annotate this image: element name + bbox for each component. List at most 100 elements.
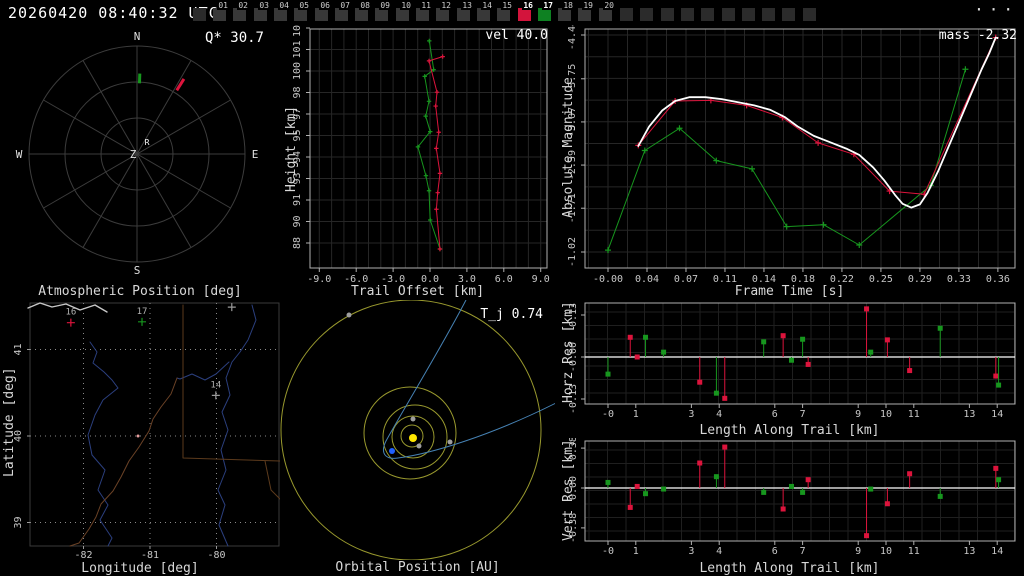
frame-06[interactable]: 06 [315,1,331,21]
qstar-value: Q* 30.7 [204,30,264,46]
svg-text:4: 4 [716,409,722,420]
svg-text:10: 10 [880,546,892,557]
frame-12[interactable]: 12 [436,1,452,21]
longitude-axis-label: Longitude [deg] [81,561,199,576]
svg-text:6: 6 [772,546,778,557]
svg-text:9: 9 [855,409,861,420]
svg-text:1: 1 [633,409,639,420]
panel-ground-track-map: -82 -81 -80 41 40 39 16 17 14 Latitude [deg] Lon… [0,300,280,576]
panel-trail-offset: -9.0 -6.0 -3.0 0.0 3.0 6.0 9.0 102 101 100 98 97 95 9… [280,25,555,300]
frame-number-label: 09 [379,1,391,10]
atmospheric-position-plot: N S E W ZR [16,30,259,277]
height-axis-label: Height [km] [284,105,299,192]
svg-text:3: 3 [688,409,694,420]
frame-number-label: 17 [542,1,554,10]
horz-res-axis-label: Horz Res [km] [561,301,576,403]
svg-text:4: 4 [716,546,722,557]
frame-blank [803,8,816,21]
svg-text:98: 98 [292,86,303,98]
svg-text:1: 1 [633,546,639,557]
svg-text:90: 90 [292,215,303,227]
svg-text:R: R [145,138,150,147]
frame-blank [742,8,755,21]
svg-text:101: 101 [292,40,303,58]
frame-blank [640,8,653,21]
frame-number-label: 15 [501,1,513,10]
utc-clock: 20260420 08:40:32 UTC [8,4,219,22]
frame-blank [722,8,735,21]
frame-number-label: 04 [278,1,290,10]
frame-15[interactable]: 15 [497,1,513,21]
panel-atmospheric-position: N S E W ZR Q* 30.7 Atmospheric Position [deg… [0,25,280,300]
svg-text:-4.44: -4.44 [567,25,578,50]
svg-text:39: 39 [13,516,24,528]
frame-04[interactable]: 04 [274,1,290,21]
frame-17[interactable]: 17 [538,1,554,21]
frame-05[interactable]: 05 [294,1,310,21]
frame-number-label: 08 [359,1,371,10]
frame-number-label: 05 [298,1,310,10]
frame-07[interactable]: 07 [335,1,351,21]
overflow-menu-icon[interactable]: ··· [974,0,1018,19]
frame-blank [681,8,694,21]
frame-number-label: 10 [400,1,412,10]
frame-blank [782,8,795,21]
topbar: 20260420 08:40:32 UTC 01 02 03 04 05 06 07 08 09… [0,0,1024,25]
frame-13[interactable]: 13 [457,1,473,21]
svg-text:-81: -81 [141,550,159,561]
frame-11[interactable]: 11 [416,1,432,21]
frame-20[interactable]: 20 [599,1,615,21]
svg-text:E: E [252,148,259,161]
frame-16[interactable]: 16 [518,1,534,21]
frame-number-label: 19 [582,1,594,10]
svg-text:-80: -80 [207,550,225,561]
panel-vert-residuals: -0 1 3 4 6 7 9 10 11 13 14 0.38 0.00 -0.38 Vert Res [… [555,438,1024,576]
svg-text:13: 13 [963,409,975,420]
svg-text:14: 14 [991,546,1003,557]
frame-number-label: 07 [339,1,351,10]
ground-track-map-plot: -82 -81 -8041403916 1714 [13,302,280,561]
frame-09[interactable]: 09 [375,1,391,21]
frame-19[interactable]: 19 [578,1,594,21]
frame-number-label: 03 [258,1,270,10]
frame-number-label: 06 [319,1,331,10]
frame-number-label: 02 [237,1,249,10]
frame-number-label: 12 [440,1,452,10]
frame-blank [661,8,674,21]
svg-text:102: 102 [292,25,303,37]
frame-03[interactable]: 03 [254,1,270,21]
svg-text:100: 100 [292,62,303,80]
svg-text:7: 7 [800,546,806,557]
frame-08[interactable]: 08 [355,1,371,21]
vert-residuals-plot: -0 1 3 4 6 7 9 10 11 13 140.380.00-0.38 [568,438,1016,557]
svg-text:N: N [134,30,141,43]
frame-01[interactable]: 01 [213,1,229,21]
horz-residuals-plot: -0 1 3 4 6 7 9 10 11 13 140.13-0.00-0.13 [568,302,1016,420]
svg-text:3: 3 [688,546,694,557]
frame-02[interactable]: 02 [233,1,249,21]
frame-number-label: 13 [461,1,473,10]
trail-offset-axis-label: Trail Offset [km] [350,284,485,299]
svg-text:13: 13 [963,546,975,557]
svg-text:-1.02: -1.02 [567,237,578,267]
frame-blank [762,8,775,21]
svg-text:41: 41 [13,343,24,355]
frame-time-axis-label: Frame Time [s] [734,284,845,299]
svg-text:-0: -0 [602,546,614,557]
frame-10[interactable]: 10 [396,1,412,21]
mass-value: mass -2.32 [938,28,1017,43]
frame-18[interactable]: 18 [558,1,574,21]
frame-blank-lead [193,8,206,21]
vert-res-axis-label: Vert Res [km] [561,439,576,541]
atmospheric-position-title: Atmospheric Position [deg] [38,284,242,299]
svg-text:88: 88 [292,237,303,249]
magnitude-axis-label: Absolute Magnitude [561,77,576,218]
svg-text:S: S [134,264,141,277]
frame-14[interactable]: 14 [477,1,493,21]
tisserand-value: T_j 0.74 [480,307,543,322]
svg-text:7: 7 [800,409,806,420]
svg-text:14: 14 [991,409,1003,420]
orbital-position-plot [280,300,555,560]
svg-text:14: 14 [210,380,221,390]
frame-number-label: 14 [481,1,493,10]
